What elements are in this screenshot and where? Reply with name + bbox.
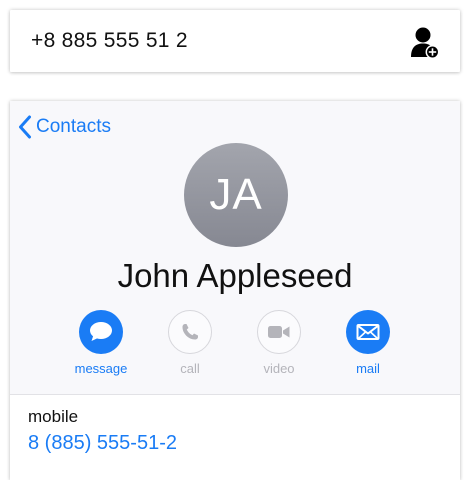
back-label: Contacts (36, 116, 111, 137)
call-button[interactable]: call (158, 310, 222, 376)
avatar-initials: JA (209, 170, 263, 219)
phone-number-link[interactable]: 8 (885) 555-51-2 (28, 432, 177, 455)
chevron-left-icon (19, 115, 31, 139)
call-circle (168, 310, 212, 354)
phone-icon (182, 324, 198, 340)
contact-header: Contacts JA John Appleseed message call (10, 101, 460, 395)
message-label: message (74, 361, 128, 376)
phone-type-label: mobile (28, 407, 79, 426)
message-button[interactable]: message (69, 310, 133, 376)
call-label: call (180, 361, 200, 376)
avatar: JA (184, 143, 288, 247)
message-bubble-icon (90, 322, 112, 341)
add-contact-button[interactable] (410, 26, 440, 60)
video-circle (257, 310, 301, 354)
back-button[interactable]: Contacts (18, 113, 111, 141)
mail-label: mail (356, 361, 380, 376)
video-camera-icon (268, 326, 290, 338)
contact-card: Contacts JA John Appleseed message call (10, 101, 460, 480)
dialed-number: +8 885 555 51 2 (31, 29, 188, 52)
video-label: video (263, 361, 295, 376)
mail-circle (346, 310, 390, 354)
mail-button[interactable]: mail (336, 310, 400, 376)
person-add-icon (411, 27, 440, 59)
contact-name: John Appleseed (117, 257, 353, 294)
message-circle (79, 310, 123, 354)
dialed-number-bar: +8 885 555 51 2 (10, 10, 460, 72)
envelope-icon (356, 324, 380, 340)
video-button[interactable]: video (247, 310, 311, 376)
